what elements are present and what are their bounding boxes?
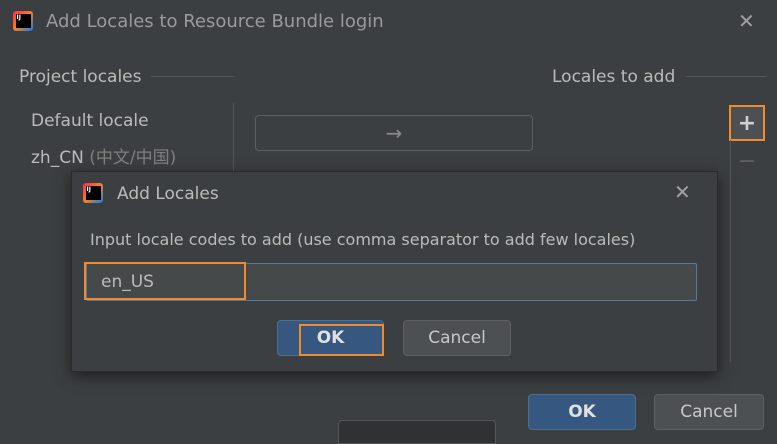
arrow-right-icon: →: [385, 121, 403, 145]
locales-to-add-label: Locales to add: [552, 67, 676, 87]
project-locales-list: Default locale zh_CN (中文/中国): [31, 111, 231, 175]
remove-locale-minus-button[interactable]: −: [733, 147, 761, 175]
locale-code: Default locale: [31, 111, 149, 131]
sub-close-icon[interactable]: ✕: [674, 182, 691, 202]
partial-bottom-panel: [338, 420, 496, 444]
sub-cancel-button[interactable]: Cancel: [403, 320, 511, 356]
locale-input-prompt: Input locale codes to add (use comma sep…: [90, 230, 636, 249]
main-dialog-title: Add Locales to Resource Bundle login: [46, 11, 384, 32]
sub-dialog-title: Add Locales: [117, 184, 219, 204]
project-locales-label: Project locales: [19, 67, 142, 87]
intellij-logo-icon: IJ: [83, 183, 103, 203]
locale-codes-input[interactable]: [86, 263, 697, 301]
main-ok-button[interactable]: OK: [528, 394, 636, 430]
add-locale-plus-button[interactable]: +: [729, 105, 765, 141]
main-close-icon[interactable]: ✕: [738, 11, 755, 31]
intellij-logo-icon: IJ: [13, 11, 33, 31]
locales-to-add-divider: [686, 76, 766, 77]
add-locales-dialog: IJ Add Locales ✕ Input locale codes to a…: [71, 171, 718, 372]
list-item[interactable]: Default locale: [31, 111, 231, 143]
move-locale-arrow-button[interactable]: →: [255, 115, 533, 151]
locale-code: zh_CN: [31, 148, 84, 168]
sub-ok-button[interactable]: OK: [277, 320, 384, 356]
minus-icon: −: [737, 148, 757, 174]
project-locales-divider: [151, 76, 235, 77]
plus-icon: +: [737, 110, 757, 136]
main-cancel-button[interactable]: Cancel: [654, 394, 764, 430]
locale-native-name: (中文/中国): [89, 148, 177, 168]
right-list-splitter: [730, 140, 731, 362]
